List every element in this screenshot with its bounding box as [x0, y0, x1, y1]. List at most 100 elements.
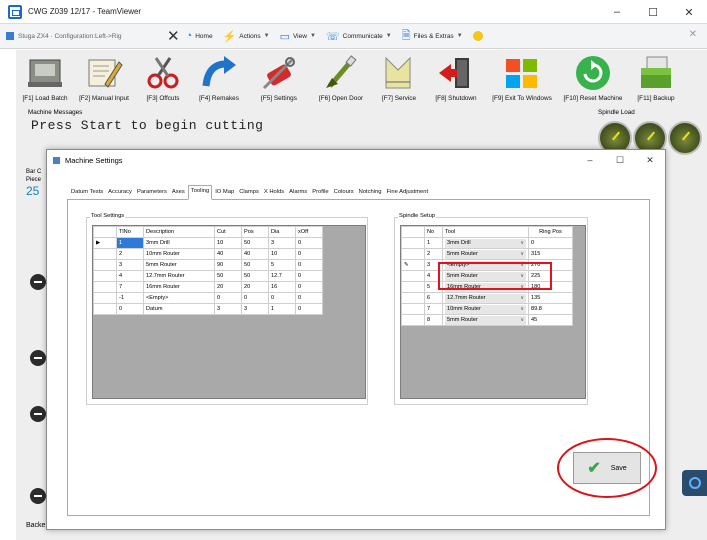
- minus-button-3[interactable]: [30, 406, 46, 422]
- tv-home-button[interactable]: ◔ Home: [186, 30, 213, 42]
- remakes-button[interactable]: [F4] Remakes: [190, 52, 248, 106]
- settings-button[interactable]: [F5] Settings: [250, 52, 308, 106]
- table-cell[interactable]: 20: [214, 281, 242, 293]
- row-selector[interactable]: ▶: [93, 237, 117, 249]
- smiley-icon[interactable]: [472, 31, 483, 41]
- col-description[interactable]: Description: [143, 226, 215, 238]
- tool-combobox[interactable]: 5mm Router ∨: [445, 315, 526, 325]
- row-selector[interactable]: ✎: [401, 259, 425, 271]
- table-cell[interactable]: 1: [268, 303, 296, 315]
- tab-tooling[interactable]: Tooling: [187, 185, 213, 200]
- table-row[interactable]: 7 10mm Router ∨ 89.8: [401, 303, 573, 315]
- spindle-setup-grid[interactable]: No Tool Ring Pos 1 3mm Drill ∨ 0 2 5mm Router…: [400, 225, 586, 399]
- row-selector[interactable]: [93, 292, 117, 304]
- exit-to-windows-button[interactable]: [F9] Exit To Windows: [487, 52, 557, 106]
- table-row[interactable]: 7 16mm Router 20 20 16 0: [93, 281, 323, 293]
- dialog-close-button[interactable]: ✕: [635, 150, 665, 170]
- shutdown-button[interactable]: [F8] Shutdown: [427, 52, 485, 106]
- table-cell[interactable]: 90: [214, 259, 242, 271]
- col-ring-pos[interactable]: Ring Pos: [528, 226, 573, 238]
- reset-machine-button[interactable]: [F10] Reset Machine: [560, 52, 626, 106]
- table-cell[interactable]: 0: [268, 292, 296, 304]
- table-row[interactable]: 0 Datum 3 3 1 0: [93, 303, 323, 315]
- table-row[interactable]: ▶ 1 3mm Drill 10 50 3 0: [93, 237, 323, 249]
- row-selector[interactable]: [401, 270, 425, 282]
- row-selector[interactable]: [401, 281, 425, 293]
- row-selector[interactable]: [93, 281, 117, 293]
- spindle-tool-cell[interactable]: 5mm Router ∨: [442, 314, 529, 326]
- service-button[interactable]: [F7] Service: [373, 52, 425, 106]
- table-cell[interactable]: Datum: [143, 303, 215, 315]
- minimize-button[interactable]: –: [599, 0, 635, 24]
- tool-combobox[interactable]: 12.7mm Router ∨: [445, 293, 526, 303]
- open-door-button[interactable]: [F6] Open Door: [311, 52, 371, 106]
- table-cell[interactable]: 4: [116, 270, 144, 282]
- table-cell[interactable]: 0: [214, 292, 242, 304]
- row-selector[interactable]: [401, 248, 425, 260]
- toolbar-close-icon[interactable]: ✕: [689, 29, 697, 40]
- table-cell[interactable]: 40: [241, 248, 269, 260]
- spindle-tool-cell[interactable]: 3mm Drill ∨: [442, 237, 529, 249]
- col-xoff[interactable]: xOff: [295, 226, 323, 238]
- table-cell[interactable]: 12.7mm Router: [143, 270, 215, 282]
- table-cell[interactable]: 5mm Router: [143, 259, 215, 271]
- table-cell[interactable]: 3: [268, 237, 296, 249]
- load-batch-button[interactable]: [F1] Load Batch: [18, 52, 72, 106]
- tool-settings-grid[interactable]: TlNo Description Cut Pos Dia xOff ▶ 1 3mm …: [92, 225, 366, 399]
- table-cell[interactable]: 3mm Drill: [143, 237, 215, 249]
- col-no[interactable]: No: [424, 226, 443, 238]
- table-row[interactable]: 2 5mm Router ∨ 315: [401, 248, 573, 260]
- table-cell[interactable]: 0: [241, 292, 269, 304]
- table-cell[interactable]: 3: [214, 303, 242, 315]
- row-selector[interactable]: [401, 303, 425, 315]
- table-cell[interactable]: 0: [295, 292, 323, 304]
- row-selector[interactable]: [401, 314, 425, 326]
- backup-button[interactable]: [F11] Backup: [629, 52, 683, 106]
- ring-pos-cell[interactable]: 315: [528, 248, 573, 260]
- table-cell[interactable]: 50: [241, 259, 269, 271]
- table-cell[interactable]: 16: [268, 281, 296, 293]
- col-dia[interactable]: Dia: [268, 226, 296, 238]
- chevron-down-icon[interactable]: ∨: [520, 317, 524, 323]
- table-cell[interactable]: 10: [214, 237, 242, 249]
- chevron-down-icon[interactable]: ∨: [520, 306, 524, 312]
- tv-actions-button[interactable]: ⚡ Actions ▼: [223, 30, 270, 43]
- row-selector[interactable]: [93, 248, 117, 260]
- table-cell[interactable]: 0: [295, 259, 323, 271]
- table-cell[interactable]: 50: [214, 270, 242, 282]
- table-cell[interactable]: 0: [295, 237, 323, 249]
- maximize-button[interactable]: ☐: [635, 0, 671, 24]
- table-cell[interactable]: 7: [116, 281, 144, 293]
- close-window-button[interactable]: ✕: [671, 0, 707, 24]
- table-cell[interactable]: 40: [214, 248, 242, 260]
- dialog-maximize-button[interactable]: ☐: [605, 150, 635, 170]
- table-cell[interactable]: 50: [241, 237, 269, 249]
- table-cell[interactable]: 10: [268, 248, 296, 260]
- table-row[interactable]: 2 10mm Router 40 40 10 0: [93, 248, 323, 260]
- manual-input-button[interactable]: [F2] Manual Input: [73, 52, 135, 106]
- teamviewer-side-panel-icon[interactable]: [682, 470, 707, 496]
- col-tool[interactable]: Tool: [442, 226, 529, 238]
- save-button[interactable]: ✔ Save: [573, 452, 641, 484]
- table-cell[interactable]: 0: [295, 270, 323, 282]
- minus-button-2[interactable]: [30, 350, 46, 366]
- ring-pos-cell[interactable]: 0: [528, 237, 573, 249]
- table-cell[interactable]: 16mm Router: [143, 281, 215, 293]
- chevron-down-icon[interactable]: ∨: [520, 251, 524, 257]
- row-selector[interactable]: [93, 303, 117, 315]
- table-cell[interactable]: 12.7: [268, 270, 296, 282]
- table-cell[interactable]: 0: [116, 303, 144, 315]
- chevron-down-icon[interactable]: ∨: [520, 240, 524, 246]
- tv-view-button[interactable]: ▭ View ▼: [280, 30, 316, 43]
- row-selector[interactable]: [93, 270, 117, 282]
- close-session-icon[interactable]: ✕: [167, 27, 180, 45]
- table-row[interactable]: 6 12.7mm Router ∨ 135: [401, 292, 573, 304]
- spindle-tool-cell[interactable]: 10mm Router ∨: [442, 303, 529, 315]
- table-row[interactable]: -1 <Empty> 0 0 0 0: [93, 292, 323, 304]
- table-cell[interactable]: 50: [241, 270, 269, 282]
- tool-combobox[interactable]: 3mm Drill ∨: [445, 238, 526, 248]
- table-cell[interactable]: -1: [116, 292, 144, 304]
- table-cell[interactable]: 0: [295, 281, 323, 293]
- table-row[interactable]: 1 3mm Drill ∨ 0: [401, 237, 573, 249]
- table-cell[interactable]: 3: [116, 259, 144, 271]
